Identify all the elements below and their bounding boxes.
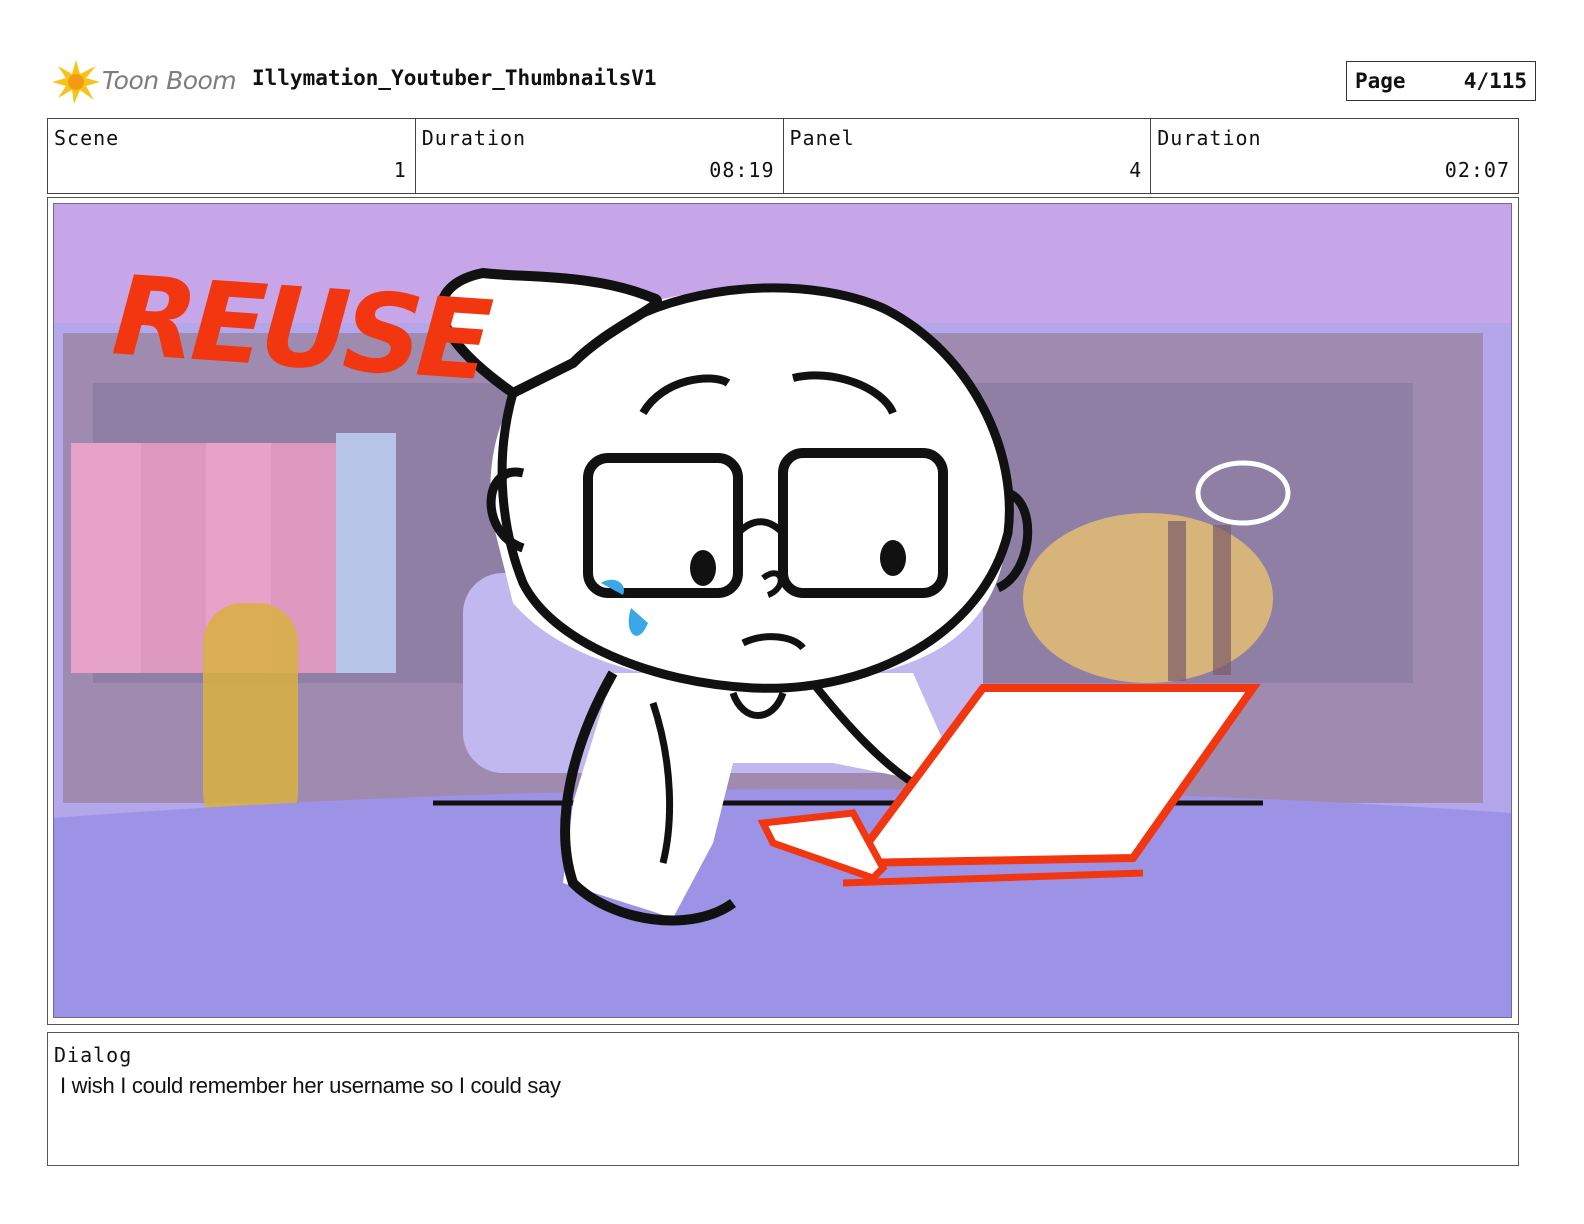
dialog-label: Dialog [54, 1043, 133, 1067]
yellow-plush [203, 603, 298, 833]
book [141, 443, 206, 673]
logo-text: Toon Boom [102, 66, 237, 95]
panel-value: 4 [1129, 158, 1143, 182]
project-title: Illymation_Youtuber_ThumbnailsV1 [252, 66, 657, 90]
panel-duration-label: Duration [1157, 126, 1262, 150]
book [336, 433, 396, 673]
panel-illustration: REUSE [53, 203, 1512, 1018]
bee-stripe [1168, 521, 1186, 681]
scene-info-row: Scene 1 Duration 08:19 Panel 4 Duration … [47, 118, 1519, 194]
panel-cell: Panel 4 [784, 119, 1152, 193]
scene-duration-label: Duration [421, 126, 527, 150]
scene-duration-cell: Duration 08:19 [416, 119, 784, 193]
right-eye [880, 540, 906, 576]
scene-duration-value: 08:19 [709, 158, 775, 182]
bee-plush [1023, 513, 1273, 683]
book [71, 443, 141, 673]
toon-boom-logo: Toon Boom [50, 56, 240, 106]
reuse-overlay: REUSE [109, 251, 495, 405]
bee-stripe [1213, 525, 1231, 675]
dialog-text: I wish I could remember her username so … [60, 1073, 561, 1098]
scene-label: Scene [54, 126, 120, 150]
dialog-box: Dialog I wish I could remember her usern… [47, 1032, 1519, 1166]
sun-burst-icon [52, 60, 100, 104]
storyboard-panel: REUSE [47, 197, 1519, 1025]
page-label: Page [1355, 69, 1406, 93]
left-eye [690, 550, 716, 586]
scene-value: 1 [393, 158, 407, 182]
page-number: 4/115 [1463, 69, 1527, 93]
page-indicator: Page 4/115 [1346, 61, 1536, 101]
panel-duration-value: 02:07 [1444, 158, 1510, 182]
panel-label: Panel [789, 126, 855, 150]
panel-duration-cell: Duration 02:07 [1151, 119, 1518, 193]
storyboard-header: Toon Boom Illymation_Youtuber_Thumbnails… [50, 52, 1536, 108]
panel-artwork: REUSE [53, 203, 1512, 1018]
scene-cell: Scene 1 [48, 119, 416, 193]
